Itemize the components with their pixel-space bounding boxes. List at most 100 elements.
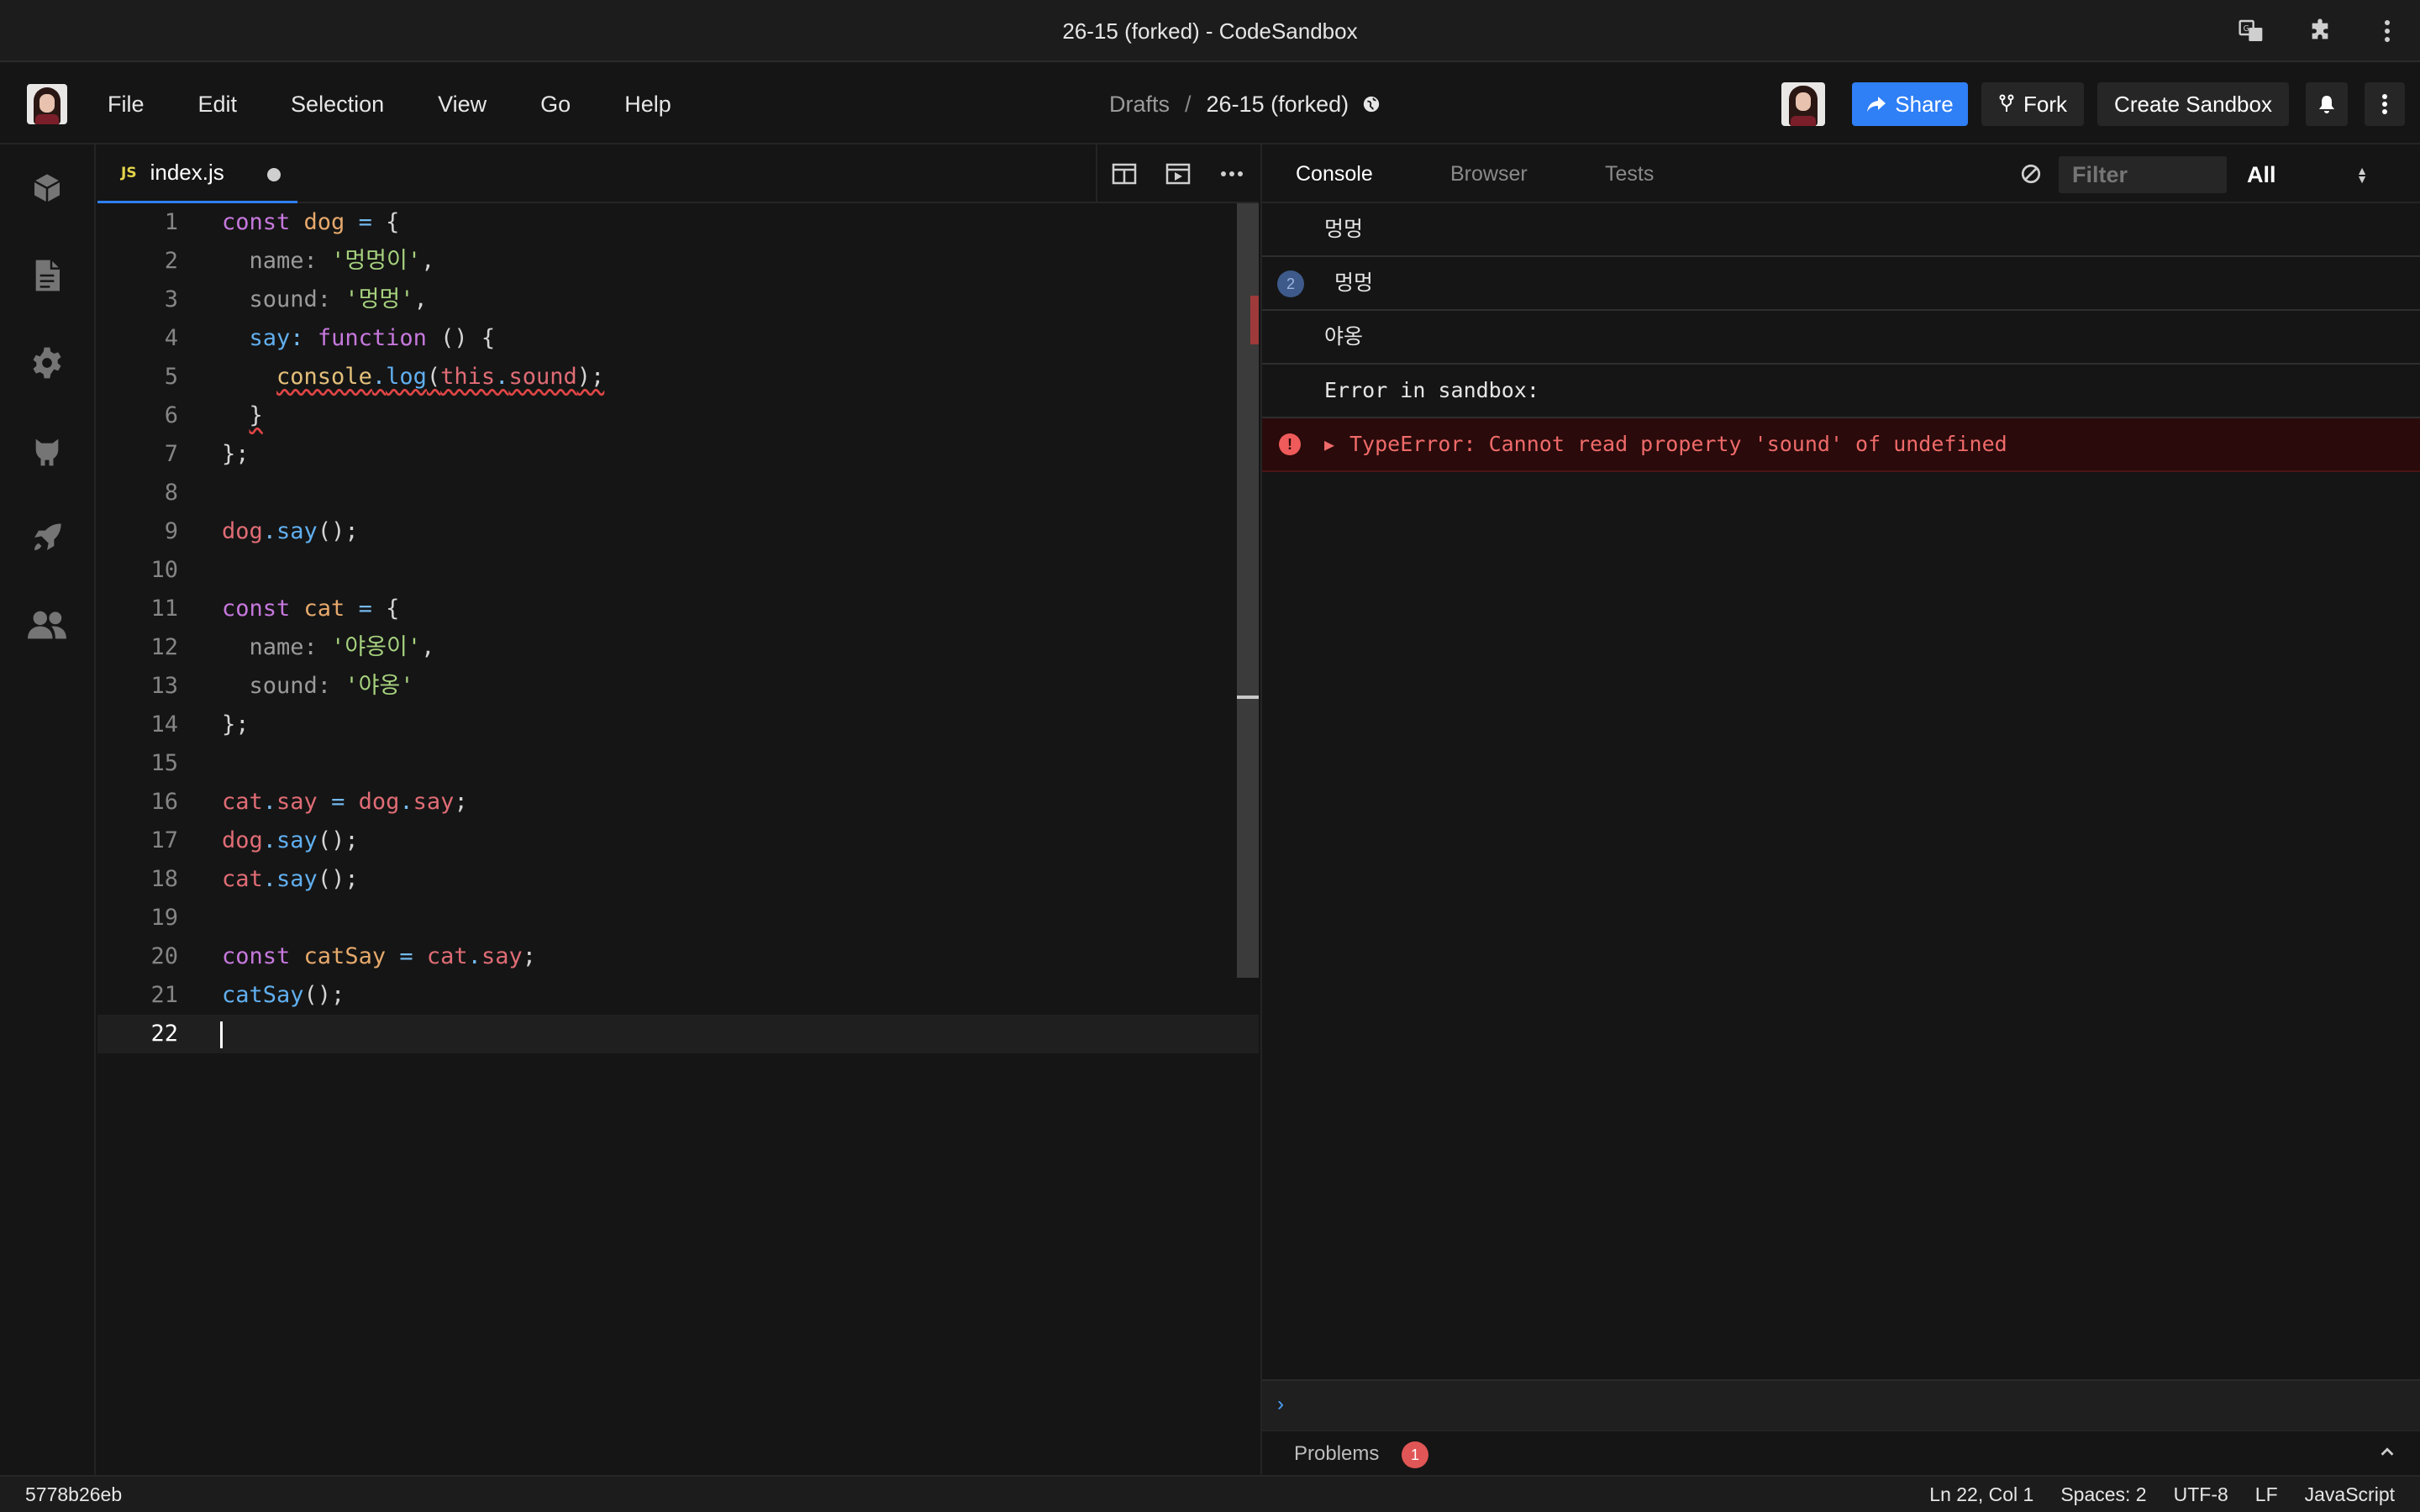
file-encoding[interactable]: UTF-8 [2174, 1483, 2228, 1506]
console-log-row: 2 멍멍 [1262, 257, 2420, 311]
translate-icon[interactable]: G [2235, 15, 2267, 47]
console-filter-input[interactable] [2059, 156, 2227, 193]
code-line: 7}; [164, 441, 250, 467]
menu-go[interactable]: Go [532, 92, 579, 118]
code-line: 21 catSay(); [150, 982, 345, 1008]
sandbox-info-cube-icon[interactable] [27, 168, 67, 208]
share-label: Share [1895, 91, 1954, 117]
activity-bar [0, 144, 96, 1475]
more-options-button[interactable] [2365, 82, 2405, 126]
text-cursor [220, 1021, 223, 1048]
problems-label[interactable]: Problems [1294, 1431, 1379, 1477]
code-line: 6 } [164, 402, 263, 428]
tab-console[interactable]: Console [1296, 144, 1373, 203]
editor-tab-bar: JS index.js [97, 144, 1259, 203]
code-line: 4 say: function () { [164, 325, 496, 351]
code-line: 11 const cat = { [150, 596, 400, 622]
create-sandbox-button[interactable]: Create Sandbox [2097, 82, 2289, 126]
menu-help[interactable]: Help [616, 92, 680, 118]
breadcrumb: Drafts / 26-15 (forked) [1109, 64, 1381, 144]
settings-gear-icon[interactable] [27, 343, 67, 383]
share-arrow-icon [1867, 97, 1886, 112]
log-message: 야옹 [1324, 325, 1364, 349]
file-explorer-icon[interactable] [27, 255, 67, 296]
code-line: 14}; [150, 711, 250, 738]
error-icon: ! [1279, 433, 1301, 455]
notifications-button[interactable] [2306, 82, 2348, 126]
line-ending[interactable]: LF [2255, 1483, 2278, 1506]
code-line: 12 name: '야옹이', [150, 634, 435, 660]
collaborator-avatar[interactable] [1781, 82, 1825, 126]
error-message: TypeError: Cannot read property 'sound' … [1349, 432, 2007, 456]
console-log-row: 멍멍 [1262, 203, 2420, 257]
console-error-row[interactable]: ! ▶ TypeError: Cannot read property 'sou… [1262, 418, 2420, 472]
console-log-row: Error in sandbox: [1262, 365, 2420, 418]
code-line: 5 console.log(this.sound); [164, 364, 605, 390]
code-line: 16 cat.say = dog.say; [150, 789, 468, 815]
expand-triangle-icon[interactable]: ▶ [1324, 418, 1334, 470]
fork-button[interactable]: Fork [1981, 82, 2084, 126]
tab-filename: index.js [150, 160, 224, 185]
tab-index-js[interactable]: JS index.js [97, 144, 297, 203]
indentation[interactable]: Spaces: 2 [2060, 1483, 2146, 1506]
status-right: Ln 22, Col 1 Spaces: 2 UTF-8 LF JavaScri… [1902, 1477, 2395, 1512]
log-message: 멍멍 [1334, 271, 1374, 295]
tab-browser[interactable]: Browser [1450, 144, 1528, 203]
menu-view[interactable]: View [429, 92, 495, 118]
fork-icon [1999, 94, 2014, 112]
code-area[interactable]: 1 const dog = { 2 name: '멍멍이', 3 sound: '… [97, 203, 1259, 1475]
code-line: 9 dog.say(); [164, 518, 359, 544]
app-header: File Edit Selection View Go Help Drafts … [0, 64, 2420, 144]
clear-console-icon[interactable] [2018, 161, 2044, 186]
console-prompt-icon: › [1277, 1393, 1284, 1415]
log-level-select[interactable]: All ▲ ▼ [2240, 156, 2375, 193]
language-mode[interactable]: JavaScript [2305, 1483, 2395, 1506]
problems-bar[interactable]: Problems 1 [1262, 1430, 2420, 1475]
code-line: 15 [150, 750, 178, 776]
svg-text:G: G [2244, 24, 2249, 34]
status-bar: 5778b26eb Ln 22, Col 1 Spaces: 2 UTF-8 L… [0, 1475, 2420, 1512]
deploy-rocket-icon[interactable] [27, 517, 67, 558]
editor-more-icon[interactable] [1205, 144, 1259, 203]
preview-panel: Console Browser Tests All ▲▼ 멍멍 2 멍멍 야옹 … [1260, 144, 2420, 1475]
code-line: 8 [164, 480, 178, 506]
log-message: 멍멍 [1324, 218, 1364, 241]
code-line: 19 [150, 905, 178, 931]
github-icon[interactable] [27, 430, 67, 470]
panel-tabs: Console Browser Tests All ▲▼ [1262, 144, 2420, 203]
open-preview-icon[interactable] [1151, 144, 1205, 203]
globe-icon[interactable] [1362, 95, 1381, 113]
code-line: 10 [150, 557, 178, 583]
split-editor-icon[interactable] [1097, 144, 1151, 203]
log-level-value: All [2247, 161, 2276, 187]
code-line-current[interactable]: 22 [97, 1015, 1259, 1053]
menu-file[interactable]: File [99, 92, 153, 118]
breadcrumb-drafts[interactable]: Drafts [1109, 92, 1170, 118]
code-line: 18 cat.say(); [150, 866, 359, 892]
user-avatar[interactable] [27, 84, 67, 124]
browser-menu-icon[interactable] [2371, 15, 2403, 47]
fork-label: Fork [2023, 91, 2067, 117]
commit-sha: 5778b26eb [25, 1483, 123, 1505]
tab-tests[interactable]: Tests [1605, 144, 1654, 203]
menu-bar: File Edit Selection View Go Help [99, 64, 717, 144]
sandbox-name[interactable]: 26-15 (forked) [1207, 92, 1349, 118]
cursor-position[interactable]: Ln 22, Col 1 [1929, 1483, 2033, 1506]
javascript-file-icon: JS [121, 164, 137, 181]
problems-count-badge: 1 [1402, 1441, 1428, 1468]
cursor-scroll-marker [1237, 696, 1259, 699]
error-scroll-marker [1250, 296, 1259, 344]
kebab-icon [2382, 94, 2387, 114]
chevron-up-icon[interactable] [2378, 1443, 2396, 1466]
unsaved-dot-icon[interactable] [267, 168, 281, 181]
live-collaboration-icon[interactable] [27, 605, 67, 645]
menu-edit[interactable]: Edit [190, 92, 246, 118]
console-input[interactable]: › [1262, 1379, 2420, 1430]
window-title: 26-15 (forked) - CodeSandbox [1062, 18, 1358, 44]
share-button[interactable]: Share [1852, 82, 1968, 126]
bell-icon [2319, 96, 2334, 113]
code-line: 3 sound: '멍멍', [164, 286, 428, 312]
menu-selection[interactable]: Selection [282, 92, 392, 118]
extensions-puzzle-icon[interactable] [2304, 15, 2336, 47]
code-line: 1 const dog = { [164, 209, 400, 235]
